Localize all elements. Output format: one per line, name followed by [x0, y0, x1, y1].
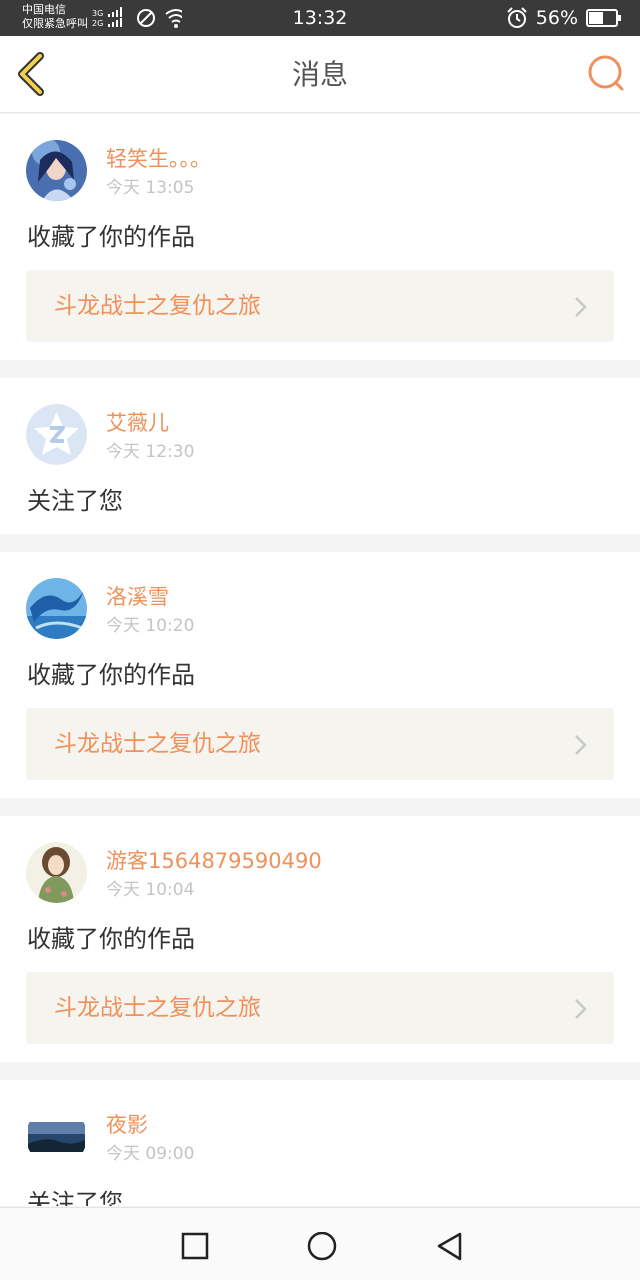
- separator: [0, 360, 640, 378]
- message-card[interactable]: 艾薇儿 今天 12:30 关注了您: [0, 378, 640, 534]
- back-icon: [437, 1232, 462, 1261]
- chevron-right-icon: [575, 999, 587, 1019]
- separator: [0, 1062, 640, 1080]
- blue-dragon-avatar: [26, 578, 87, 639]
- kimono-girl-avatar: [26, 842, 87, 903]
- status-bar: 中国电信 仅限紧急呼叫 3G 2G 13:32 56%: [0, 0, 640, 36]
- message-action: 关注了您: [27, 487, 123, 515]
- work-link[interactable]: 斗龙战士之复仇之旅: [26, 270, 614, 342]
- home-button[interactable]: [307, 1231, 337, 1261]
- avatar[interactable]: [26, 578, 87, 639]
- message-card[interactable]: 洛溪雪 今天 10:20 收藏了你的作品 斗龙战士之复仇之旅: [0, 552, 640, 798]
- battery-percent: 56%: [535, 7, 578, 29]
- message-time: 今天 10:04: [106, 880, 195, 900]
- home-icon: [307, 1231, 337, 1261]
- search-icon: [588, 55, 624, 91]
- system-nav-bar: [0, 1207, 640, 1280]
- separator: [0, 798, 640, 816]
- message-card[interactable]: 游客1564879590490 今天 10:04 收藏了你的作品 斗龙战士之复仇…: [0, 816, 640, 1062]
- message-card[interactable]: 轻笑生。。。 今天 13:05 收藏了你的作品 斗龙战士之复仇之旅: [0, 114, 640, 360]
- message-action: 收藏了你的作品: [27, 223, 195, 251]
- username[interactable]: 游客1564879590490: [106, 848, 322, 874]
- message-time: 今天 10:20: [106, 616, 195, 636]
- separator: [0, 534, 640, 552]
- work-title: 斗龙战士之复仇之旅: [54, 293, 261, 319]
- message-list[interactable]: 轻笑生。。。 今天 13:05 收藏了你的作品 斗龙战士之复仇之旅 艾薇儿 今天…: [0, 114, 640, 1206]
- work-link[interactable]: 斗龙战士之复仇之旅: [26, 972, 614, 1044]
- alarm-icon: [507, 7, 527, 28]
- work-link[interactable]: 斗龙战士之复仇之旅: [26, 708, 614, 780]
- username[interactable]: 艾薇儿: [106, 410, 169, 436]
- username[interactable]: 轻笑生。。。: [106, 146, 211, 172]
- avatar[interactable]: [26, 140, 87, 201]
- search-button[interactable]: [586, 54, 626, 94]
- work-title: 斗龙战士之复仇之旅: [54, 731, 261, 757]
- avatar[interactable]: [26, 404, 87, 465]
- anime-girl-avatar: [26, 140, 87, 201]
- username[interactable]: 洛溪雪: [106, 584, 169, 610]
- message-action: 收藏了你的作品: [27, 925, 195, 953]
- message-card[interactable]: 夜影 今天 09:00 关注了您: [0, 1080, 640, 1206]
- message-time: 今天 12:30: [106, 442, 195, 462]
- chevron-right-icon: [575, 735, 587, 755]
- message-time: 今天 09:00: [106, 1144, 195, 1164]
- app-header: 消息: [0, 36, 640, 113]
- nav-back-button[interactable]: [436, 1232, 464, 1261]
- message-time: 今天 13:05: [106, 178, 195, 198]
- avatar[interactable]: [26, 842, 87, 903]
- username[interactable]: 夜影: [106, 1112, 148, 1138]
- recent-apps-icon: [181, 1232, 209, 1260]
- work-title: 斗龙战士之复仇之旅: [54, 995, 261, 1021]
- qq-default-avatar: [26, 404, 87, 465]
- message-action: 收藏了你的作品: [27, 661, 195, 689]
- battery-icon: [586, 9, 621, 27]
- recent-apps-button[interactable]: [181, 1232, 209, 1260]
- message-action: 关注了您: [27, 1189, 123, 1206]
- avatar[interactable]: [26, 1106, 87, 1167]
- night-landscape-avatar: [26, 1106, 87, 1167]
- page-title: 消息: [291, 58, 348, 91]
- chevron-right-icon: [575, 297, 587, 317]
- status-right: 56%: [506, 6, 622, 30]
